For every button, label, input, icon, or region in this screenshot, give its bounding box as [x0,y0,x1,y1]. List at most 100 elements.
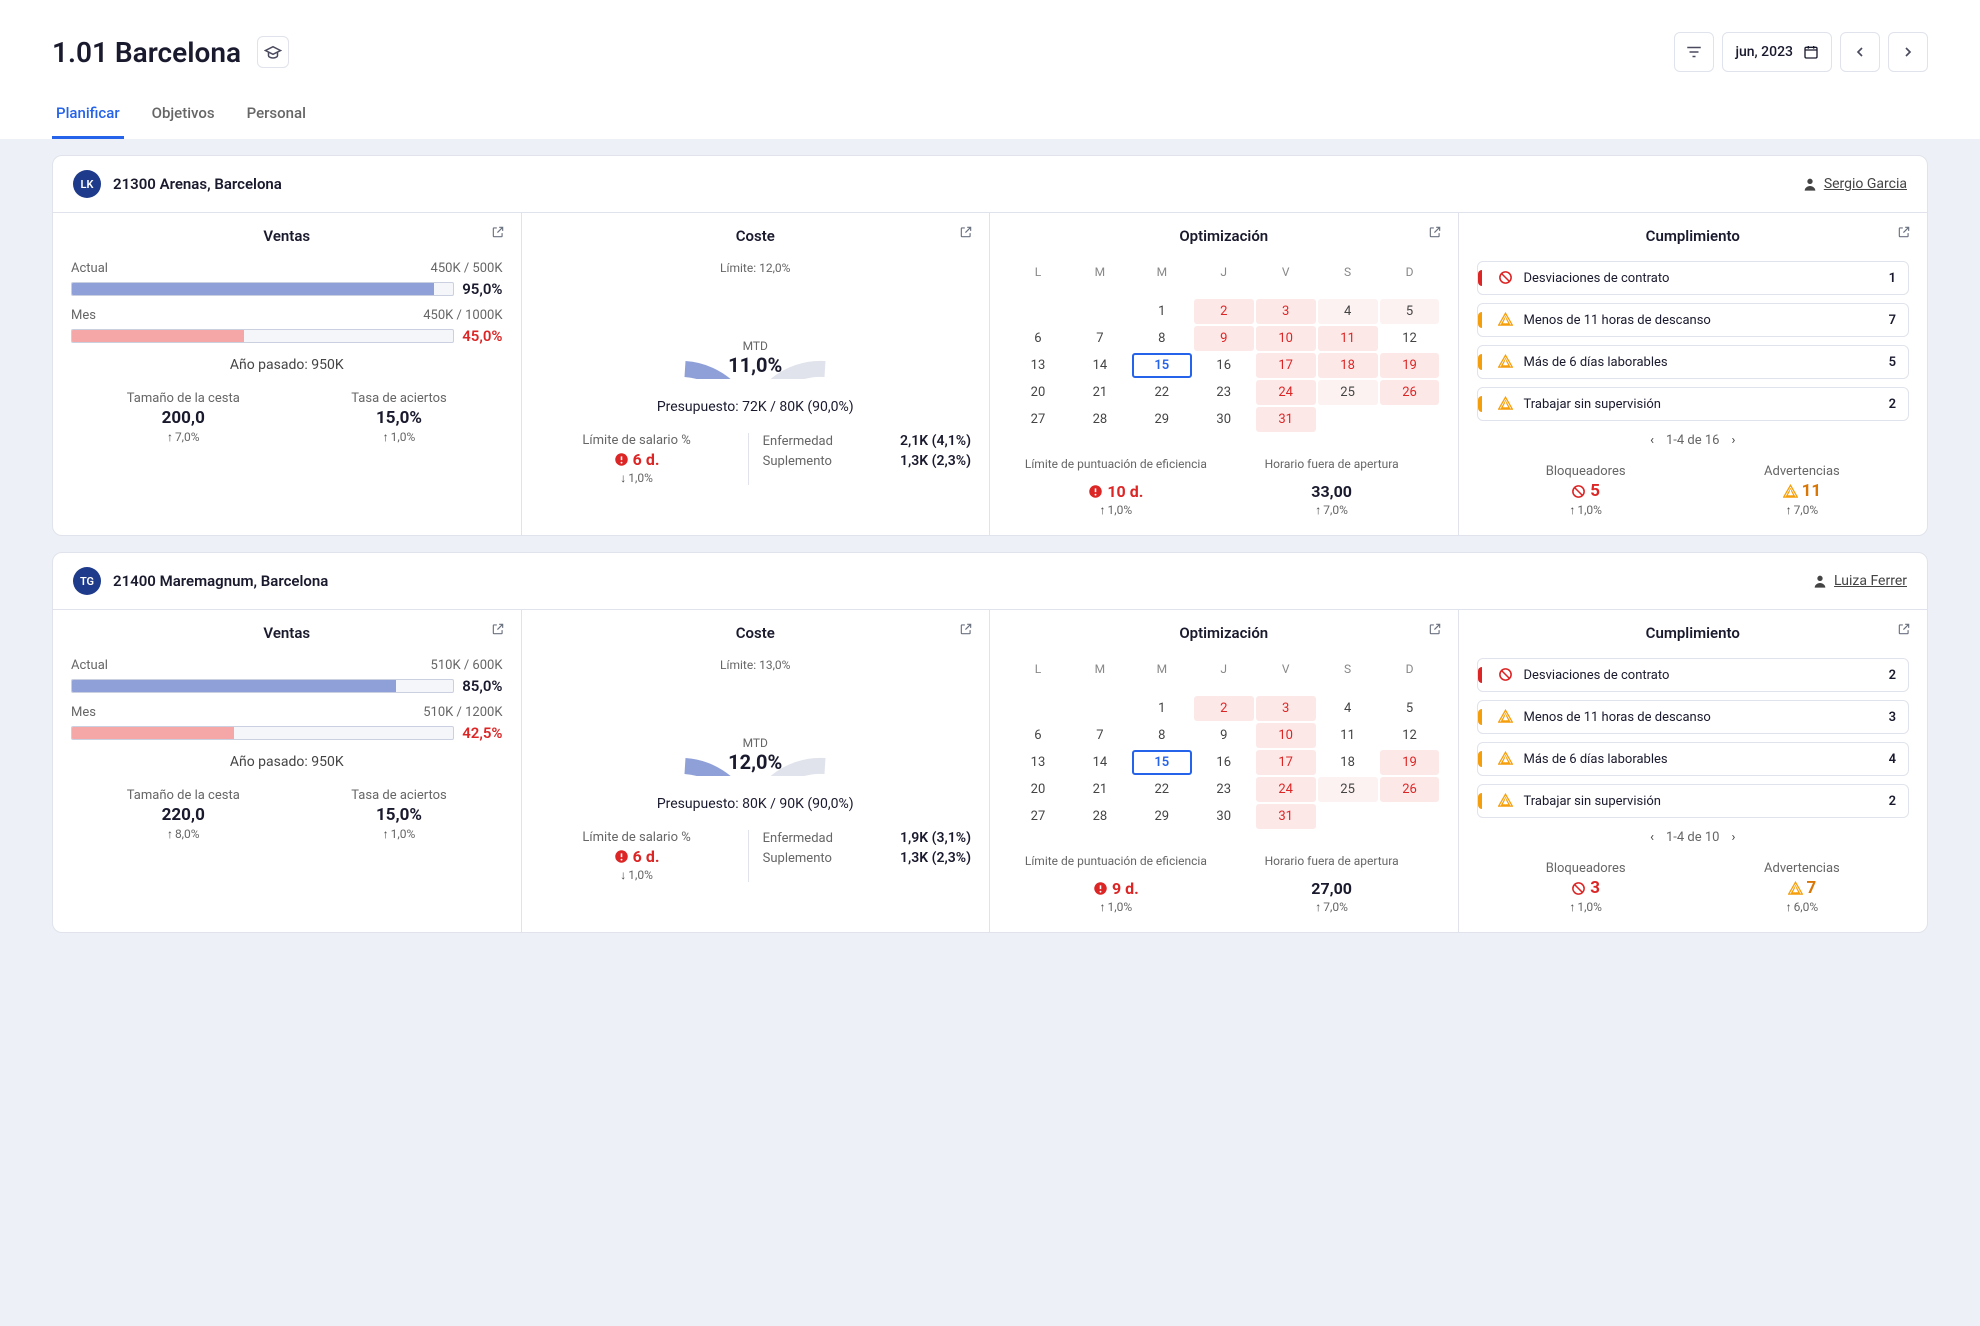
cal-day[interactable]: 14 [1070,750,1130,775]
cal-day[interactable]: 3 [1256,696,1316,721]
tab-planificar[interactable]: Planificar [52,96,124,139]
cal-day[interactable]: 22 [1132,380,1192,405]
cal-day[interactable]: 14 [1070,353,1130,378]
cal-day[interactable]: 22 [1132,777,1192,802]
cal-day[interactable]: 5 [1380,299,1440,324]
cal-day[interactable]: 2 [1194,696,1254,721]
cal-day[interactable]: 25 [1318,380,1378,405]
expand-button[interactable] [491,622,507,638]
cal-day[interactable]: 12 [1380,723,1440,748]
compliance-item[interactable]: Trabajar sin supervisión 2 [1477,784,1910,818]
sort-button[interactable] [1674,32,1714,72]
cal-day[interactable]: 2 [1194,299,1254,324]
cell-optimizacion: Optimización LMMJVSD 1234567891011121314… [990,610,1459,932]
cal-day[interactable]: 11 [1318,723,1378,748]
cal-day[interactable]: 18 [1318,750,1378,775]
cal-day[interactable]: 10 [1256,326,1316,351]
cal-day[interactable]: 9 [1194,326,1254,351]
cal-day[interactable]: 27 [1008,804,1068,829]
cal-day[interactable]: 11 [1318,326,1378,351]
cal-day[interactable]: 23 [1194,380,1254,405]
cal-day[interactable]: 13 [1008,750,1068,775]
cal-day[interactable]: 21 [1070,777,1130,802]
manager-link[interactable]: Luiza Ferrer [1812,573,1907,589]
cal-day[interactable]: 23 [1194,777,1254,802]
compliance-item[interactable]: Más de 6 días laborables 5 [1477,345,1910,379]
cal-day[interactable]: 8 [1132,326,1192,351]
cal-day[interactable]: 29 [1132,407,1192,432]
cal-day[interactable]: 3 [1256,299,1316,324]
cal-day[interactable]: 6 [1008,723,1068,748]
pager-next[interactable]: › [1732,433,1736,448]
cal-day[interactable]: 7 [1070,326,1130,351]
expand-button[interactable] [959,622,975,638]
cal-day[interactable]: 30 [1194,804,1254,829]
cal-day[interactable]: 10 [1256,723,1316,748]
tab-objetivos[interactable]: Objetivos [148,96,219,139]
cal-day[interactable]: 19 [1380,353,1440,378]
cal-day[interactable]: 5 [1380,696,1440,721]
expand-button[interactable] [1428,225,1444,241]
cal-day[interactable]: 8 [1132,723,1192,748]
cal-day[interactable]: 13 [1008,353,1068,378]
progress-actual: Actual510K / 600K 85,0% [71,658,503,695]
compliance-item[interactable]: Desviaciones de contrato 2 [1477,658,1910,692]
compliance-item[interactable]: Trabajar sin supervisión 2 [1477,387,1910,421]
expand-button[interactable] [1897,225,1913,241]
pager-prev[interactable]: ‹ [1650,830,1654,845]
cal-day[interactable]: 21 [1070,380,1130,405]
cal-day[interactable]: 30 [1194,407,1254,432]
cal-day[interactable]: 31 [1256,804,1316,829]
date-label: jun, 2023 [1735,44,1793,60]
cost-right: Enfermedad2,1K (4,1%) Suplemento1,3K (2,… [763,433,971,469]
cal-day[interactable]: 6 [1008,326,1068,351]
compliance-item[interactable]: Más de 6 días laborables 4 [1477,742,1910,776]
pager-prev[interactable]: ‹ [1650,433,1654,448]
cal-day[interactable]: 15 [1132,353,1192,378]
cal-day[interactable]: 31 [1256,407,1316,432]
cal-day[interactable]: 28 [1070,804,1130,829]
expand-button[interactable] [959,225,975,241]
cal-day[interactable]: 29 [1132,804,1192,829]
cal-day[interactable]: 20 [1008,380,1068,405]
cell-coste: Coste Límite: 13,0% MTD 12,0% Presupuest… [522,610,991,932]
cal-day[interactable]: 18 [1318,353,1378,378]
cal-day[interactable]: 24 [1256,777,1316,802]
cal-day[interactable]: 28 [1070,407,1130,432]
compliance-item[interactable]: Menos de 11 horas de descanso 7 [1477,303,1910,337]
cal-day[interactable]: 16 [1194,750,1254,775]
expand-button[interactable] [1428,622,1444,638]
compliance-item[interactable]: Menos de 11 horas de descanso 3 [1477,700,1910,734]
calendar: LMMJVSD 12345678910111213141516171819202… [1008,658,1440,829]
next-button[interactable] [1888,32,1928,72]
cal-day[interactable]: 12 [1380,326,1440,351]
expand-button[interactable] [491,225,507,241]
prev-button[interactable] [1840,32,1880,72]
cal-day[interactable]: 17 [1256,353,1316,378]
salary-limit: Límite de salario % 6 d. 1,0% [540,433,734,485]
education-button[interactable] [257,36,289,68]
tab-personal[interactable]: Personal [243,96,310,139]
cal-day[interactable]: 4 [1318,299,1378,324]
cal-day[interactable]: 7 [1070,723,1130,748]
cal-day[interactable]: 27 [1008,407,1068,432]
cal-day[interactable]: 16 [1194,353,1254,378]
cal-day[interactable]: 24 [1256,380,1316,405]
pager-next[interactable]: › [1732,830,1736,845]
cal-day[interactable]: 25 [1318,777,1378,802]
cal-day[interactable]: 15 [1132,750,1192,775]
cal-day[interactable]: 1 [1132,696,1192,721]
cal-day[interactable]: 9 [1194,723,1254,748]
cal-day[interactable]: 26 [1380,380,1440,405]
compliance-item[interactable]: Desviaciones de contrato 1 [1477,261,1910,295]
cal-day[interactable]: 17 [1256,750,1316,775]
cal-day[interactable]: 19 [1380,750,1440,775]
expand-button[interactable] [1897,622,1913,638]
cal-day[interactable]: 20 [1008,777,1068,802]
manager-link[interactable]: Sergio Garcia [1802,176,1907,192]
cal-day[interactable]: 4 [1318,696,1378,721]
date-picker[interactable]: jun, 2023 [1722,32,1832,72]
cal-day[interactable]: 1 [1132,299,1192,324]
store-body: Ventas Actual510K / 600K 85,0% Mes510K /… [53,610,1927,932]
cal-day[interactable]: 26 [1380,777,1440,802]
